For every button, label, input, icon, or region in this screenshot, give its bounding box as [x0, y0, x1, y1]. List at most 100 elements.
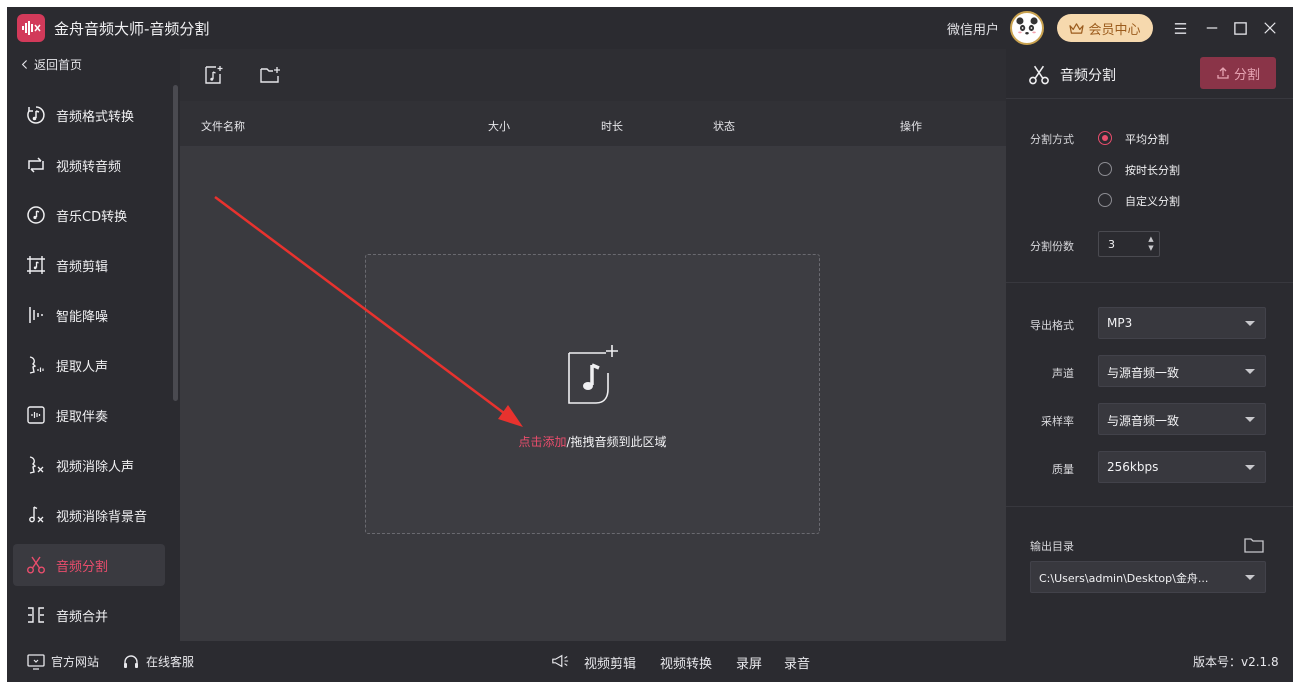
settings-panel: 音频分割 分割 分割方式 平均分割 按时长分割 自定义分割 分割份数 3 ▲ ▼ … — [1006, 49, 1293, 641]
sidebar-item-label: 音频格式转换 — [56, 109, 135, 125]
quality-label: 质量 — [1052, 463, 1074, 476]
close-icon[interactable] — [1257, 15, 1283, 41]
parts-value: 3 — [1108, 238, 1115, 251]
sidebar-item-audio-split[interactable]: 音频分割 — [13, 544, 165, 586]
sample-rate-select[interactable]: 与源音频一致 — [1098, 403, 1266, 435]
upload-icon — [1217, 67, 1229, 79]
sidebar-scrollbar[interactable] — [173, 85, 178, 401]
menu-icon[interactable] — [1167, 15, 1193, 41]
output-dir-label: 输出目录 — [1030, 540, 1074, 553]
folder-icon[interactable] — [1244, 537, 1264, 553]
sidebar-item-video-remove-vocal[interactable]: 视频消除人声 — [13, 444, 165, 486]
official-website-label: 官方网站 — [51, 655, 100, 669]
add-file-button[interactable] — [201, 62, 227, 88]
radio-duration-split-label[interactable]: 按时长分割 — [1125, 162, 1180, 178]
sidebar-item-audio-edit[interactable]: 音频剪辑 — [13, 244, 165, 286]
sidebar-item-extract-vocal[interactable]: 提取人声 — [13, 344, 165, 386]
chevron-down-icon — [1245, 575, 1255, 580]
official-website-link[interactable]: 官方网站 — [27, 653, 99, 670]
bottom-bar: 官方网站 在线客服 视频剪辑 视频转换 录屏 录音 版本号：v2.1.8 — [7, 641, 1293, 682]
radio-average-split-label[interactable]: 平均分割 — [1125, 131, 1169, 147]
megaphone-icon — [551, 653, 569, 669]
file-table-header: 文件名称 大小 时长 状态 操作 — [180, 101, 1006, 147]
extract-accompaniment-icon — [25, 404, 47, 426]
add-music-icon — [568, 345, 618, 404]
file-list-area: 点击添加/拖拽音频到此区域 — [180, 147, 1006, 641]
chevron-down-icon — [1245, 417, 1255, 422]
quality-value: 256kbps — [1107, 460, 1159, 474]
sidebar-item-video-to-audio[interactable]: 视频转音频 — [13, 144, 165, 186]
sidebar-item-label: 提取伴奏 — [56, 409, 109, 425]
sidebar-item-audio-merge[interactable]: 音频合并 — [13, 594, 165, 636]
vip-center-label: 会员中心 — [1088, 22, 1141, 38]
radio-custom-split[interactable] — [1098, 193, 1112, 207]
chevron-left-icon — [21, 60, 27, 69]
radio-custom-split-label[interactable]: 自定义分割 — [1125, 193, 1180, 209]
vip-center-button[interactable]: 会员中心 — [1057, 14, 1153, 42]
maximize-icon[interactable] — [1227, 15, 1253, 41]
sample-rate-label: 采样率 — [1041, 415, 1074, 428]
split-button[interactable]: 分割 — [1200, 57, 1276, 89]
back-home-label: 返回首页 — [34, 58, 83, 72]
bottom-link-screen-record[interactable]: 录屏 — [736, 653, 762, 672]
bottom-link-video-edit[interactable]: 视频剪辑 — [584, 653, 636, 672]
avatar[interactable] — [1010, 11, 1044, 45]
back-home-link[interactable]: 返回首页 — [21, 56, 82, 73]
column-size: 大小 — [488, 120, 510, 133]
channel-value: 与源音频一致 — [1107, 366, 1180, 380]
video-to-audio-icon — [25, 154, 47, 176]
column-action: 操作 — [900, 120, 922, 133]
sidebar-item-label: 音频剪辑 — [56, 259, 109, 275]
parts-label: 分割份数 — [1030, 240, 1074, 253]
sidebar-item-music-cd[interactable]: 音乐CD转换 — [13, 194, 165, 236]
add-folder-icon — [260, 67, 280, 83]
drop-zone[interactable]: 点击添加/拖拽音频到此区域 — [365, 254, 820, 534]
sidebar-item-label: 音频分割 — [56, 559, 109, 575]
channel-label: 声道 — [1052, 367, 1074, 380]
sidebar-item-noise-reduce[interactable]: 智能降噪 — [13, 294, 165, 336]
panel-title: 音频分割 — [1060, 68, 1116, 84]
click-add-link[interactable]: 点击添加 — [518, 435, 566, 449]
add-folder-button[interactable] — [257, 62, 283, 88]
chevron-down-icon — [1245, 321, 1255, 326]
bottom-link-video-convert[interactable]: 视频转换 — [660, 653, 712, 672]
output-dir-select[interactable]: C:\Users\admin\Desktop\金舟... — [1030, 561, 1266, 593]
sidebar-item-label: 视频消除背景音 — [56, 509, 148, 525]
version-label: 版本号：v2.1.8 — [1193, 655, 1279, 669]
panel-header: 音频分割 分割 — [1006, 49, 1293, 99]
format-label: 导出格式 — [1030, 319, 1074, 332]
scissors-icon — [25, 554, 47, 576]
channel-select[interactable]: 与源音频一致 — [1098, 355, 1266, 387]
sidebar-item-extract-accompaniment[interactable]: 提取伴奏 — [13, 394, 165, 436]
split-mode-label: 分割方式 — [1030, 133, 1074, 146]
audio-convert-icon — [25, 104, 47, 126]
headset-icon — [124, 654, 138, 668]
scissors-icon — [1029, 65, 1049, 85]
quality-select[interactable]: 256kbps — [1098, 451, 1266, 483]
minimize-icon[interactable] — [1199, 15, 1225, 41]
online-service-link[interactable]: 在线客服 — [122, 653, 194, 670]
video-remove-vocal-icon — [25, 454, 47, 476]
monitor-icon — [27, 653, 45, 670]
extract-vocal-icon — [25, 354, 47, 376]
user-name[interactable]: 微信用户 — [947, 19, 999, 38]
divider — [1006, 506, 1293, 507]
window-title: 金舟音频大师-音频分割 — [54, 20, 210, 38]
file-toolbar — [180, 49, 1006, 101]
drop-hint: 点击添加/拖拽音频到此区域 — [366, 433, 819, 450]
sidebar-item-label: 音乐CD转换 — [56, 209, 128, 225]
radio-duration-split[interactable] — [1098, 162, 1112, 176]
chevron-down-icon — [1245, 369, 1255, 374]
add-audio-file-icon — [205, 66, 223, 84]
bottom-link-audio-record[interactable]: 录音 — [784, 653, 810, 672]
sidebar-item-video-remove-bgm[interactable]: 视频消除背景音 — [13, 494, 165, 536]
sidebar-item-label: 视频消除人声 — [56, 459, 135, 475]
online-service-label: 在线客服 — [146, 655, 195, 669]
video-remove-bgm-icon — [25, 504, 47, 526]
format-select[interactable]: MP3 — [1098, 307, 1266, 339]
sidebar-item-audio-convert[interactable]: 音频格式转换 — [13, 94, 165, 136]
stepper-arrows-icon[interactable]: ▲ ▼ — [1147, 235, 1155, 253]
sidebar-item-label: 提取人声 — [56, 359, 109, 375]
parts-stepper[interactable]: 3 ▲ ▼ — [1098, 231, 1160, 257]
radio-average-split[interactable] — [1098, 131, 1112, 145]
